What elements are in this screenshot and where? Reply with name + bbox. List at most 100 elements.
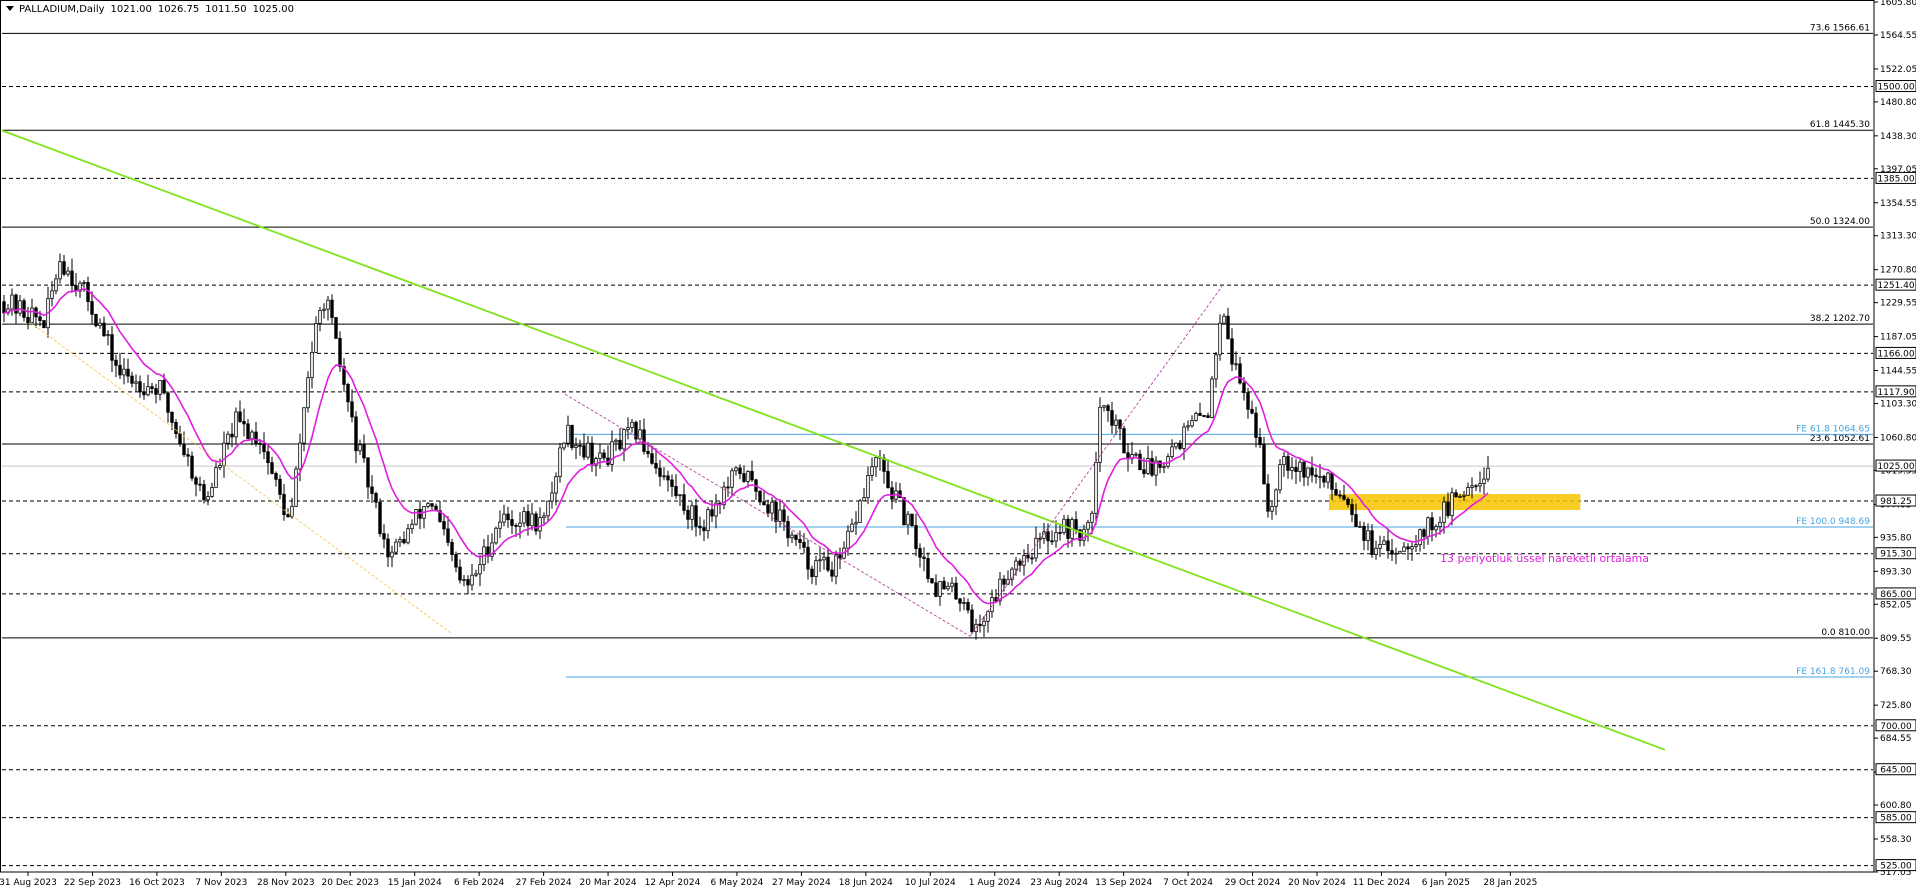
candles (2, 253, 1490, 640)
candle-body (1310, 467, 1314, 476)
candle-body (378, 501, 382, 535)
candle-body (1094, 461, 1098, 514)
candle-body (1346, 498, 1350, 505)
candle-body (126, 368, 130, 377)
candle-body (1134, 453, 1138, 456)
candle-body (1266, 483, 1270, 512)
x-tick-label: 20 Mar 2024 (580, 878, 637, 888)
candle-body (402, 539, 406, 544)
candle-body (610, 441, 614, 465)
candle-body (1054, 532, 1058, 542)
x-tick-label: 6 May 2024 (710, 878, 763, 888)
candle-body (1090, 512, 1094, 523)
current-price-tag: 1025.00 (1877, 462, 1914, 472)
candle-body (698, 525, 702, 529)
y-tick-label: 684.55 (1880, 734, 1912, 744)
candle-body (1102, 405, 1106, 408)
candle-body (1226, 315, 1230, 340)
candle-body (1258, 437, 1262, 446)
candle-body (1398, 550, 1402, 554)
candle-body (1098, 406, 1102, 463)
fib-level-label: 23.6 1052.61 (1810, 434, 1870, 444)
candle-body (650, 453, 654, 464)
y-tick-label: 1605.80 (1880, 0, 1916, 8)
candle-body (70, 270, 74, 287)
x-tick-label: 27 Feb 2024 (516, 878, 572, 888)
candle-body (1122, 428, 1126, 454)
price-level-tag: 1385.00 (1877, 174, 1914, 184)
candle-body (706, 509, 710, 532)
candle-body (1402, 546, 1406, 552)
candle-body (1238, 363, 1242, 384)
price-level-tag: 1166.00 (1877, 349, 1914, 359)
candle-body (330, 299, 334, 318)
candle-body (834, 554, 838, 577)
candle-body (270, 462, 274, 474)
candle-body (398, 539, 402, 543)
candle-body (142, 391, 146, 396)
candle-body (170, 411, 174, 423)
candle-body (918, 548, 922, 558)
candle-body (1194, 413, 1198, 421)
candle-body (246, 423, 250, 440)
candle-body (690, 505, 694, 520)
candle-body (986, 611, 990, 622)
candle-body (962, 602, 966, 604)
candle-body (298, 442, 302, 470)
candle-body (526, 511, 530, 527)
candle-body (966, 602, 970, 611)
candle-body (1086, 522, 1090, 530)
candle-body (558, 447, 562, 478)
candle-body (22, 300, 26, 318)
candle-body (426, 503, 430, 507)
candle-body (726, 486, 730, 489)
price-level-tag: 865.00 (1880, 590, 1912, 600)
y-tick-label: 1480.80 (1880, 98, 1916, 108)
candle-body (1342, 495, 1346, 500)
candle-body (886, 470, 890, 489)
y-tick-label: 1270.80 (1880, 266, 1916, 276)
candle-body (166, 392, 170, 413)
candle-body (794, 534, 798, 540)
candle-body (238, 411, 242, 422)
candle-body (1002, 578, 1006, 585)
candle-body (1418, 529, 1422, 546)
candle-body (174, 422, 178, 435)
candle-body (958, 598, 962, 604)
candle-body (334, 317, 338, 339)
candle-body (922, 556, 926, 559)
x-tick-label: 20 Nov 2024 (1288, 878, 1346, 888)
candle-body (38, 316, 42, 321)
candle-body (1142, 469, 1146, 474)
candle-body (54, 278, 58, 292)
y-tick-label: 1354.55 (1880, 199, 1916, 209)
candle-body (982, 620, 986, 627)
candle-body (266, 451, 270, 464)
candle-body (682, 494, 686, 511)
candle-body (358, 444, 362, 452)
candle-body (1442, 501, 1446, 523)
candle-body (1030, 557, 1034, 560)
candle-body (622, 429, 626, 450)
fe-level-label: FE 100.0 948.69 (1796, 517, 1870, 527)
candle-body (1362, 525, 1366, 541)
candle-body (666, 475, 670, 481)
candle-body (654, 462, 658, 469)
candle-body (810, 568, 814, 578)
x-tick-label: 11 Dec 2024 (1353, 878, 1411, 888)
candle-body (734, 467, 738, 472)
candle-body (1106, 405, 1110, 412)
candle-body (1338, 494, 1342, 497)
candle-body (130, 375, 134, 384)
candle-body (458, 566, 462, 581)
candle-body (674, 486, 678, 497)
candle-body (646, 450, 650, 455)
x-tick-label: 20 Dec 2023 (322, 878, 380, 888)
candle-body (806, 546, 810, 570)
candle-body (278, 478, 282, 495)
candle-body (814, 560, 818, 578)
candle-body (498, 521, 502, 529)
candle-body (1058, 532, 1062, 534)
y-tick-label: 1144.55 (1880, 367, 1916, 377)
candle-body (274, 473, 278, 480)
